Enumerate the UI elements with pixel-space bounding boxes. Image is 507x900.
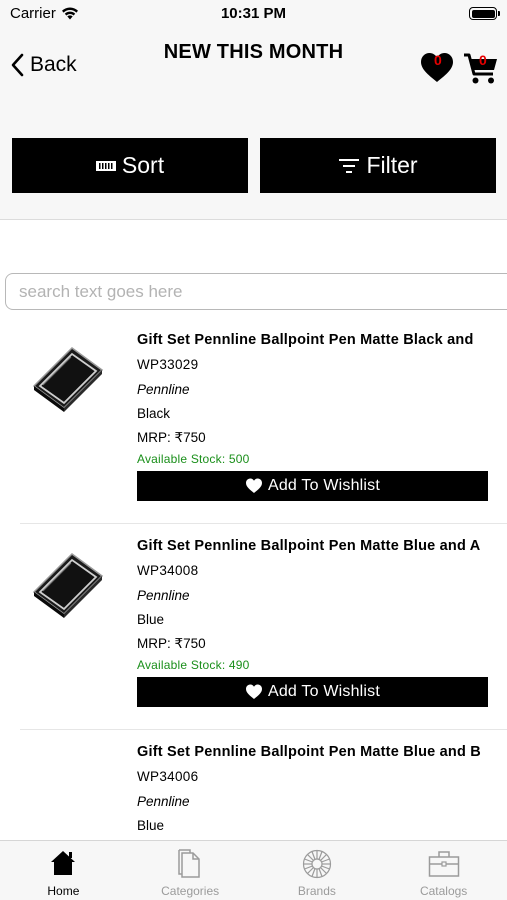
product-brand: Pennline (137, 794, 190, 809)
battery-icon (469, 7, 500, 20)
product-name: Gift Set Pennline Ballpoint Pen Matte Bl… (137, 744, 481, 760)
tab-label: Catalogs (419, 884, 468, 898)
tab-label: Brands (297, 884, 336, 898)
wishlist-count-badge: 0 (434, 52, 442, 68)
product-name: Gift Set Pennline Ballpoint Pen Matte Bl… (137, 538, 481, 554)
product-color: Blue (137, 612, 165, 627)
tab-brands[interactable]: Brands (254, 841, 381, 900)
tab-home[interactable]: Home (0, 841, 127, 900)
search-input[interactable] (5, 273, 507, 310)
filter-icon (339, 158, 360, 173)
document-icon (178, 849, 200, 878)
flower-icon (302, 849, 331, 879)
product-code: WP34006 (137, 769, 199, 784)
status-time: 10:31 PM (220, 5, 287, 22)
navigation-bar: Back NEW THIS MONTH 0 0 (0, 28, 507, 106)
status-bar: Carrier 10:31 PM (0, 0, 507, 28)
tab-categories[interactable]: Categories (127, 841, 254, 900)
sort-filter-bar: Sort Filter (0, 106, 507, 220)
product-card[interactable]: Gift Set Pennline Ballpoint Pen Matte Bl… (0, 318, 507, 524)
filter-label: Filter (366, 152, 418, 178)
heart-icon (245, 478, 262, 493)
wishlist-button-label: Add To Wishlist (267, 683, 381, 700)
product-card[interactable]: Gift Set Pennline Ballpoint Pen Matte Bl… (0, 730, 507, 840)
product-stock: Available Stock: 500 (137, 452, 250, 466)
filter-button[interactable]: Filter (260, 138, 496, 193)
add-to-wishlist-button[interactable]: Add To Wishlist (137, 471, 488, 501)
cart-nav-button[interactable]: 0 (463, 52, 499, 86)
sort-label: Sort (121, 152, 165, 178)
tab-label: Home (47, 884, 80, 898)
tab-catalogs[interactable]: Catalogs (380, 841, 507, 900)
product-color: Blue (137, 818, 165, 833)
product-list[interactable]: Gift Set Pennline Ballpoint Pen Matte Bl… (0, 318, 507, 840)
briefcase-icon (428, 851, 459, 877)
product-image (32, 553, 104, 618)
product-code: WP34008 (137, 563, 199, 578)
product-code: WP33029 (137, 357, 199, 372)
home-icon (51, 851, 76, 875)
add-to-wishlist-button[interactable]: Add To Wishlist (137, 677, 488, 707)
product-card[interactable]: Gift Set Pennline Ballpoint Pen Matte Bl… (0, 524, 507, 730)
sort-icon (95, 160, 116, 171)
cart-count-badge: 0 (479, 52, 487, 68)
product-price: MRP: ₹750 (137, 430, 206, 445)
tab-bar: Home Categories Brands Catalogs (0, 840, 507, 900)
product-stock: Available Stock: 490 (137, 658, 250, 672)
heart-icon (245, 684, 262, 699)
sort-button[interactable]: Sort (12, 138, 248, 193)
product-image (32, 347, 104, 412)
product-name: Gift Set Pennline Ballpoint Pen Matte Bl… (137, 332, 474, 348)
wishlist-button-label: Add To Wishlist (267, 477, 381, 494)
product-price: MRP: ₹750 (137, 636, 206, 651)
product-brand: Pennline (137, 588, 190, 603)
product-brand: Pennline (137, 382, 190, 397)
wishlist-nav-button[interactable]: 0 (420, 52, 454, 84)
product-color: Black (137, 406, 171, 421)
tab-label: Categories (161, 884, 220, 898)
